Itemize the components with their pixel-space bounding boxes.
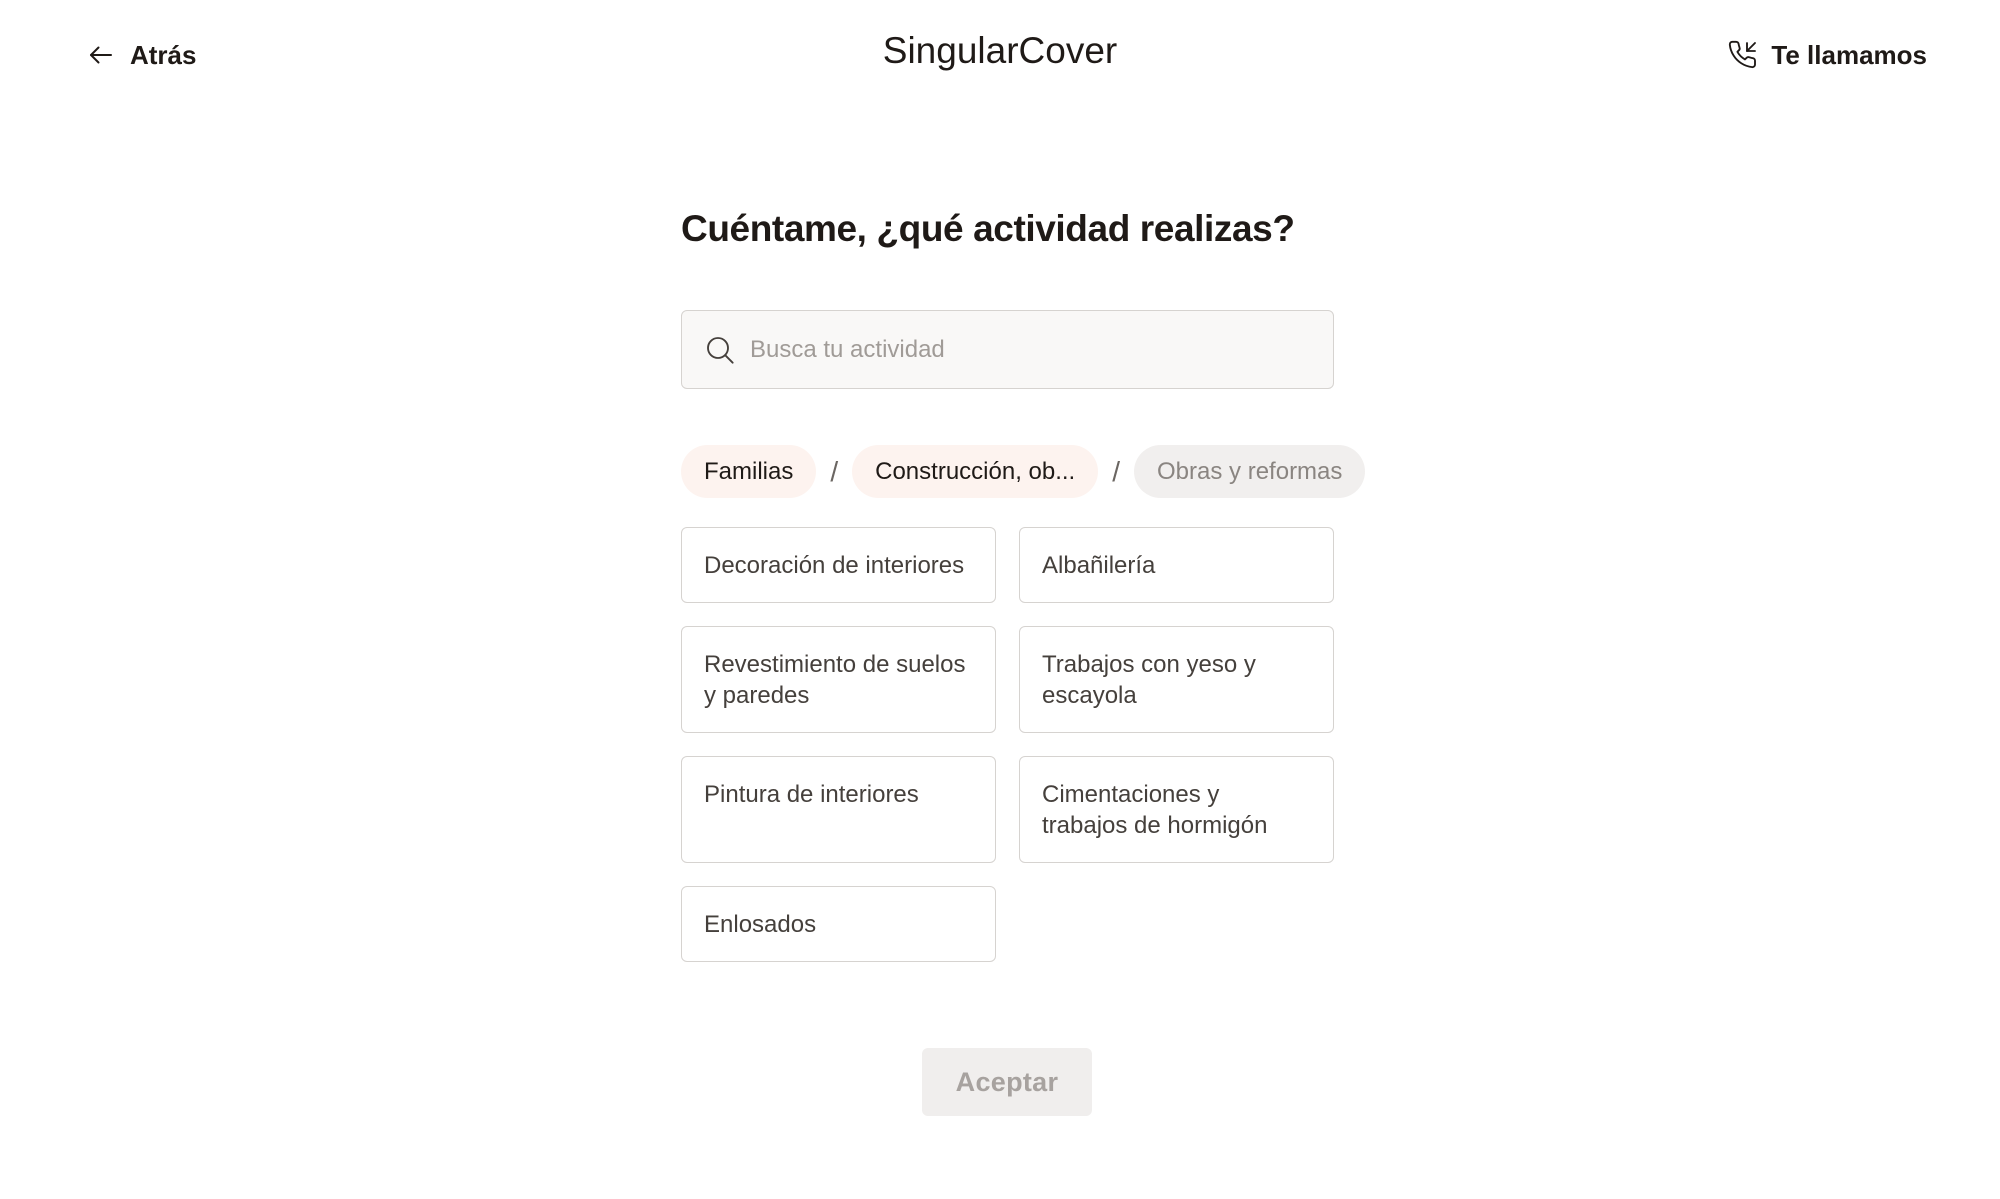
search-input[interactable] <box>750 335 1310 364</box>
option-pintura-de-interiores[interactable]: Pintura de interiores <box>681 756 996 863</box>
search-icon <box>707 336 734 364</box>
breadcrumb-separator: / <box>830 455 839 487</box>
breadcrumb-item-obras-y-reformas: Obras y reformas <box>1134 445 1366 498</box>
call-me-label: Te llamamos <box>1771 39 1927 70</box>
option-enlosados[interactable]: Enlosados <box>681 886 996 962</box>
page-title: Cuéntame, ¿qué actividad realizas? <box>681 208 1295 249</box>
page: Atrás SingularCover Te llamamos Cuéntame… <box>0 0 2000 1199</box>
breadcrumb-item-construccion[interactable]: Construcción, ob... <box>852 445 1099 498</box>
option-cimentaciones-hormigon[interactable]: Cimentaciones y trabajos de hormigón <box>1019 756 1334 863</box>
breadcrumb: Familias / Construcción, ob... / Obras y… <box>681 445 1366 498</box>
back-button[interactable]: Atrás <box>86 36 196 74</box>
option-revestimiento-suelos-paredes[interactable]: Revestimiento de suelos y paredes <box>681 626 996 733</box>
option-albanileria[interactable]: Albañilería <box>1019 527 1334 603</box>
option-decoracion-de-interiores[interactable]: Decoración de interiores <box>681 527 996 603</box>
back-label: Atrás <box>130 39 197 70</box>
search-box[interactable] <box>681 310 1334 389</box>
option-trabajos-yeso-escayola[interactable]: Trabajos con yeso y escayola <box>1019 626 1334 733</box>
arrow-left-icon <box>90 46 112 64</box>
brand-logo: SingularCover <box>882 30 1118 71</box>
call-me-button[interactable]: Te llamamos <box>1727 36 1927 74</box>
breadcrumb-separator: / <box>1112 455 1121 487</box>
accept-button[interactable]: Aceptar <box>922 1048 1092 1116</box>
phone-incoming-icon <box>1729 40 1757 69</box>
breadcrumb-item-familias[interactable]: Familias <box>681 445 817 498</box>
